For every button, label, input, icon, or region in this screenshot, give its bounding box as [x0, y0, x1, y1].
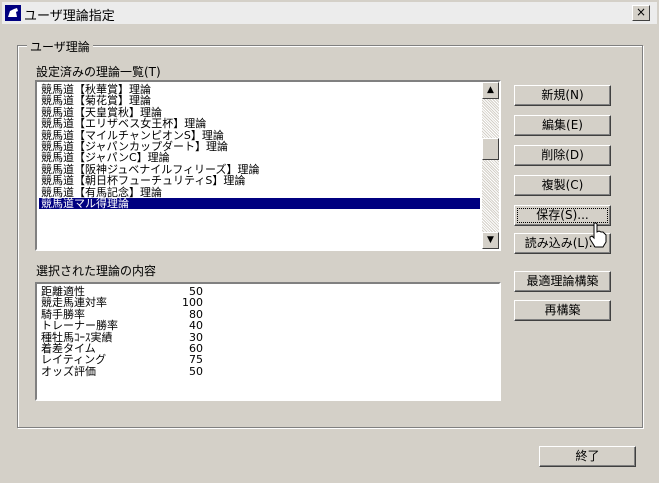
content-row: 着差タイム 60	[39, 343, 497, 355]
scroll-down-icon[interactable]: ▼	[482, 232, 499, 249]
scroll-up-icon[interactable]: ▲	[482, 82, 499, 99]
theory-list-item[interactable]: 競馬道マル得理論	[39, 198, 480, 209]
content-label: 選択された理論の内容	[36, 264, 157, 278]
copy-button[interactable]: 複製(C)	[514, 175, 611, 196]
parameter-value: 50	[189, 364, 203, 378]
rebuild-button[interactable]: 再構築	[514, 300, 611, 321]
theory-listbox[interactable]: 競馬道【秋華賞】理論 競馬道【菊花賞】理論 競馬道【天皇賞秋】理論 競馬道【エリザベス…	[35, 80, 501, 251]
theory-content-box[interactable]: 距離適性 50 競走馬連対率 100 騎手勝率 80 トレーナー勝率 40 種牡馬ｺｰｽ実績 30…	[35, 282, 501, 401]
exit-button[interactable]: 終了	[539, 446, 636, 467]
delete-button[interactable]: 削除(D)	[514, 145, 611, 166]
parameter-value: 40	[189, 319, 203, 333]
content-rows: 距離適性 50 競走馬連対率 100 騎手勝率 80 トレーナー勝率 40 種牡馬ｺｰｽ実績 30…	[39, 286, 497, 378]
app-horse-icon	[5, 5, 21, 21]
parameter-name: トレーナー勝率	[41, 319, 118, 333]
content-row: 種牡馬ｺｰｽ実績 30	[39, 331, 497, 343]
close-button[interactable]: ×	[632, 5, 650, 21]
title-bar: ユーザ理論指定 ×	[2, 2, 657, 24]
window-title: ユーザ理論指定	[24, 9, 115, 24]
new-button[interactable]: 新規(N)	[514, 85, 611, 106]
close-icon: ×	[635, 5, 647, 19]
theory-list-label: 設定済みの理論一覧(T)	[36, 65, 161, 79]
edit-button[interactable]: 編集(E)	[514, 115, 611, 136]
content-row: 距離適性 50	[39, 286, 497, 298]
theory-list-scrollbar[interactable]: ▲ ▼	[482, 82, 499, 249]
content-row: レイティング 75	[39, 354, 497, 366]
hand-cursor-icon	[589, 222, 607, 248]
group-legend: ユーザ理論	[27, 38, 93, 55]
optimize-theory-button[interactable]: 最適理論構築	[514, 271, 611, 292]
scroll-thumb[interactable]	[482, 138, 499, 160]
theory-items: 競馬道【秋華賞】理論 競馬道【菊花賞】理論 競馬道【天皇賞秋】理論 競馬道【エリザベス…	[39, 84, 480, 209]
theory-list-item[interactable]: 競馬道【エリザベス女王杯】理論	[39, 118, 480, 130]
content-row: トレーナー勝率 40	[39, 319, 497, 333]
user-theory-dialog: ユーザ理論指定 × ユーザ理論 設定済みの理論一覧(T) 競馬道【秋華賞】理論競…	[0, 0, 659, 483]
theory-list-item[interactable]: 競馬道【朝日杯フューチュリティS】理論	[39, 175, 480, 187]
content-row: 競走馬連対率 100	[39, 297, 497, 309]
parameter-name: オッズ評価	[41, 364, 96, 378]
content-row: オッズ評価 50	[39, 364, 497, 378]
